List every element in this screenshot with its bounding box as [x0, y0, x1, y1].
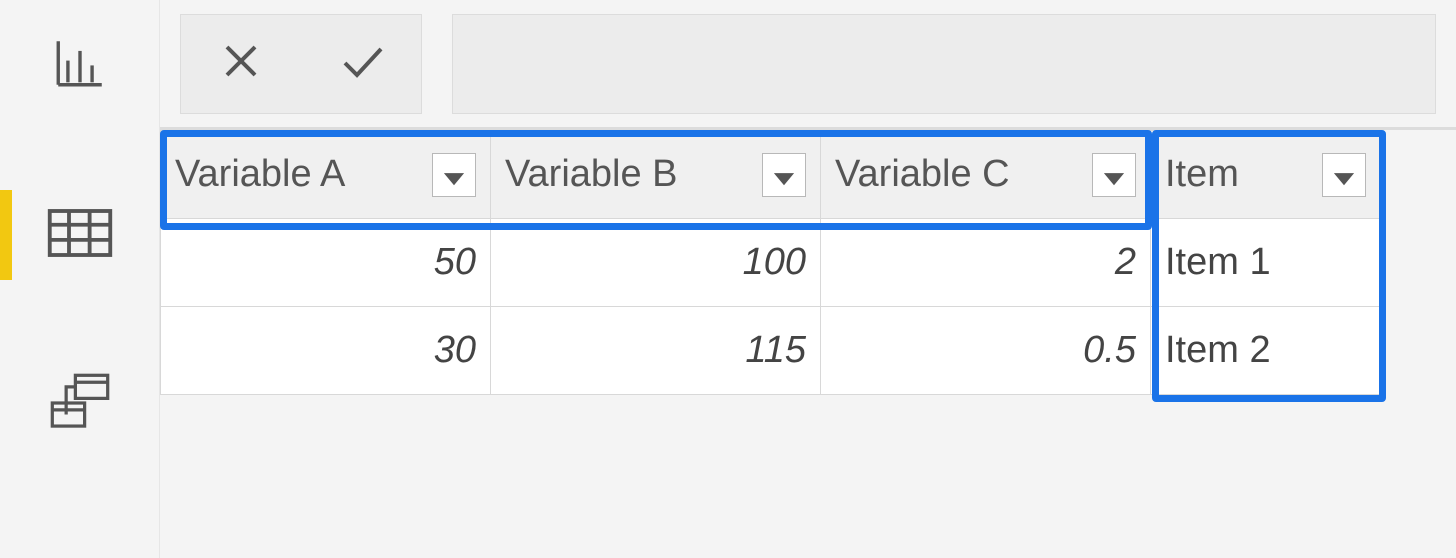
view-nav — [0, 0, 160, 558]
cell[interactable]: 50 — [161, 219, 491, 307]
table-row[interactable]: 30 115 0.5 Item 2 — [161, 307, 1381, 395]
cell[interactable]: Item 1 — [1151, 219, 1381, 307]
column-header-variable-c[interactable]: Variable C — [821, 131, 1151, 219]
formula-bar-buttons — [180, 14, 422, 114]
column-header-variable-a[interactable]: Variable A — [161, 131, 491, 219]
cell[interactable]: 100 — [491, 219, 821, 307]
column-label: Item — [1165, 153, 1239, 196]
formula-cancel-button[interactable] — [211, 34, 271, 94]
filter-button[interactable] — [762, 153, 806, 197]
bar-chart-icon — [51, 34, 109, 97]
column-header-variable-b[interactable]: Variable B — [491, 131, 821, 219]
formula-accept-button[interactable] — [331, 34, 391, 94]
chevron-down-icon — [1104, 153, 1124, 196]
cell[interactable]: 30 — [161, 307, 491, 395]
cell[interactable]: 2 — [821, 219, 1151, 307]
filter-button[interactable] — [1092, 153, 1136, 197]
cell[interactable]: 0.5 — [821, 307, 1151, 395]
table-row[interactable]: 50 100 2 Item 1 — [161, 219, 1381, 307]
nav-report-view[interactable] — [35, 20, 125, 110]
main: Variable A Variable B — [160, 0, 1456, 558]
column-label: Variable C — [835, 153, 1010, 196]
filter-button[interactable] — [1322, 153, 1366, 197]
chevron-down-icon — [1334, 153, 1354, 196]
model-icon — [47, 373, 113, 438]
column-label: Variable B — [505, 153, 678, 196]
formula-input[interactable] — [452, 14, 1436, 114]
filter-button[interactable] — [432, 153, 476, 197]
check-icon — [333, 37, 389, 90]
nav-model-view[interactable] — [35, 360, 125, 450]
header-row: Variable A Variable B — [161, 131, 1381, 219]
cell[interactable]: Item 2 — [1151, 307, 1381, 395]
formula-bar — [160, 0, 1456, 130]
x-icon — [217, 37, 265, 90]
nav-data-view[interactable] — [35, 190, 125, 280]
cell[interactable]: 115 — [491, 307, 821, 395]
column-label: Variable A — [175, 153, 345, 196]
chevron-down-icon — [444, 153, 464, 196]
chevron-down-icon — [774, 153, 794, 196]
table-icon — [47, 207, 113, 264]
data-grid: Variable A Variable B — [160, 130, 1456, 558]
column-header-item[interactable]: Item — [1151, 131, 1381, 219]
